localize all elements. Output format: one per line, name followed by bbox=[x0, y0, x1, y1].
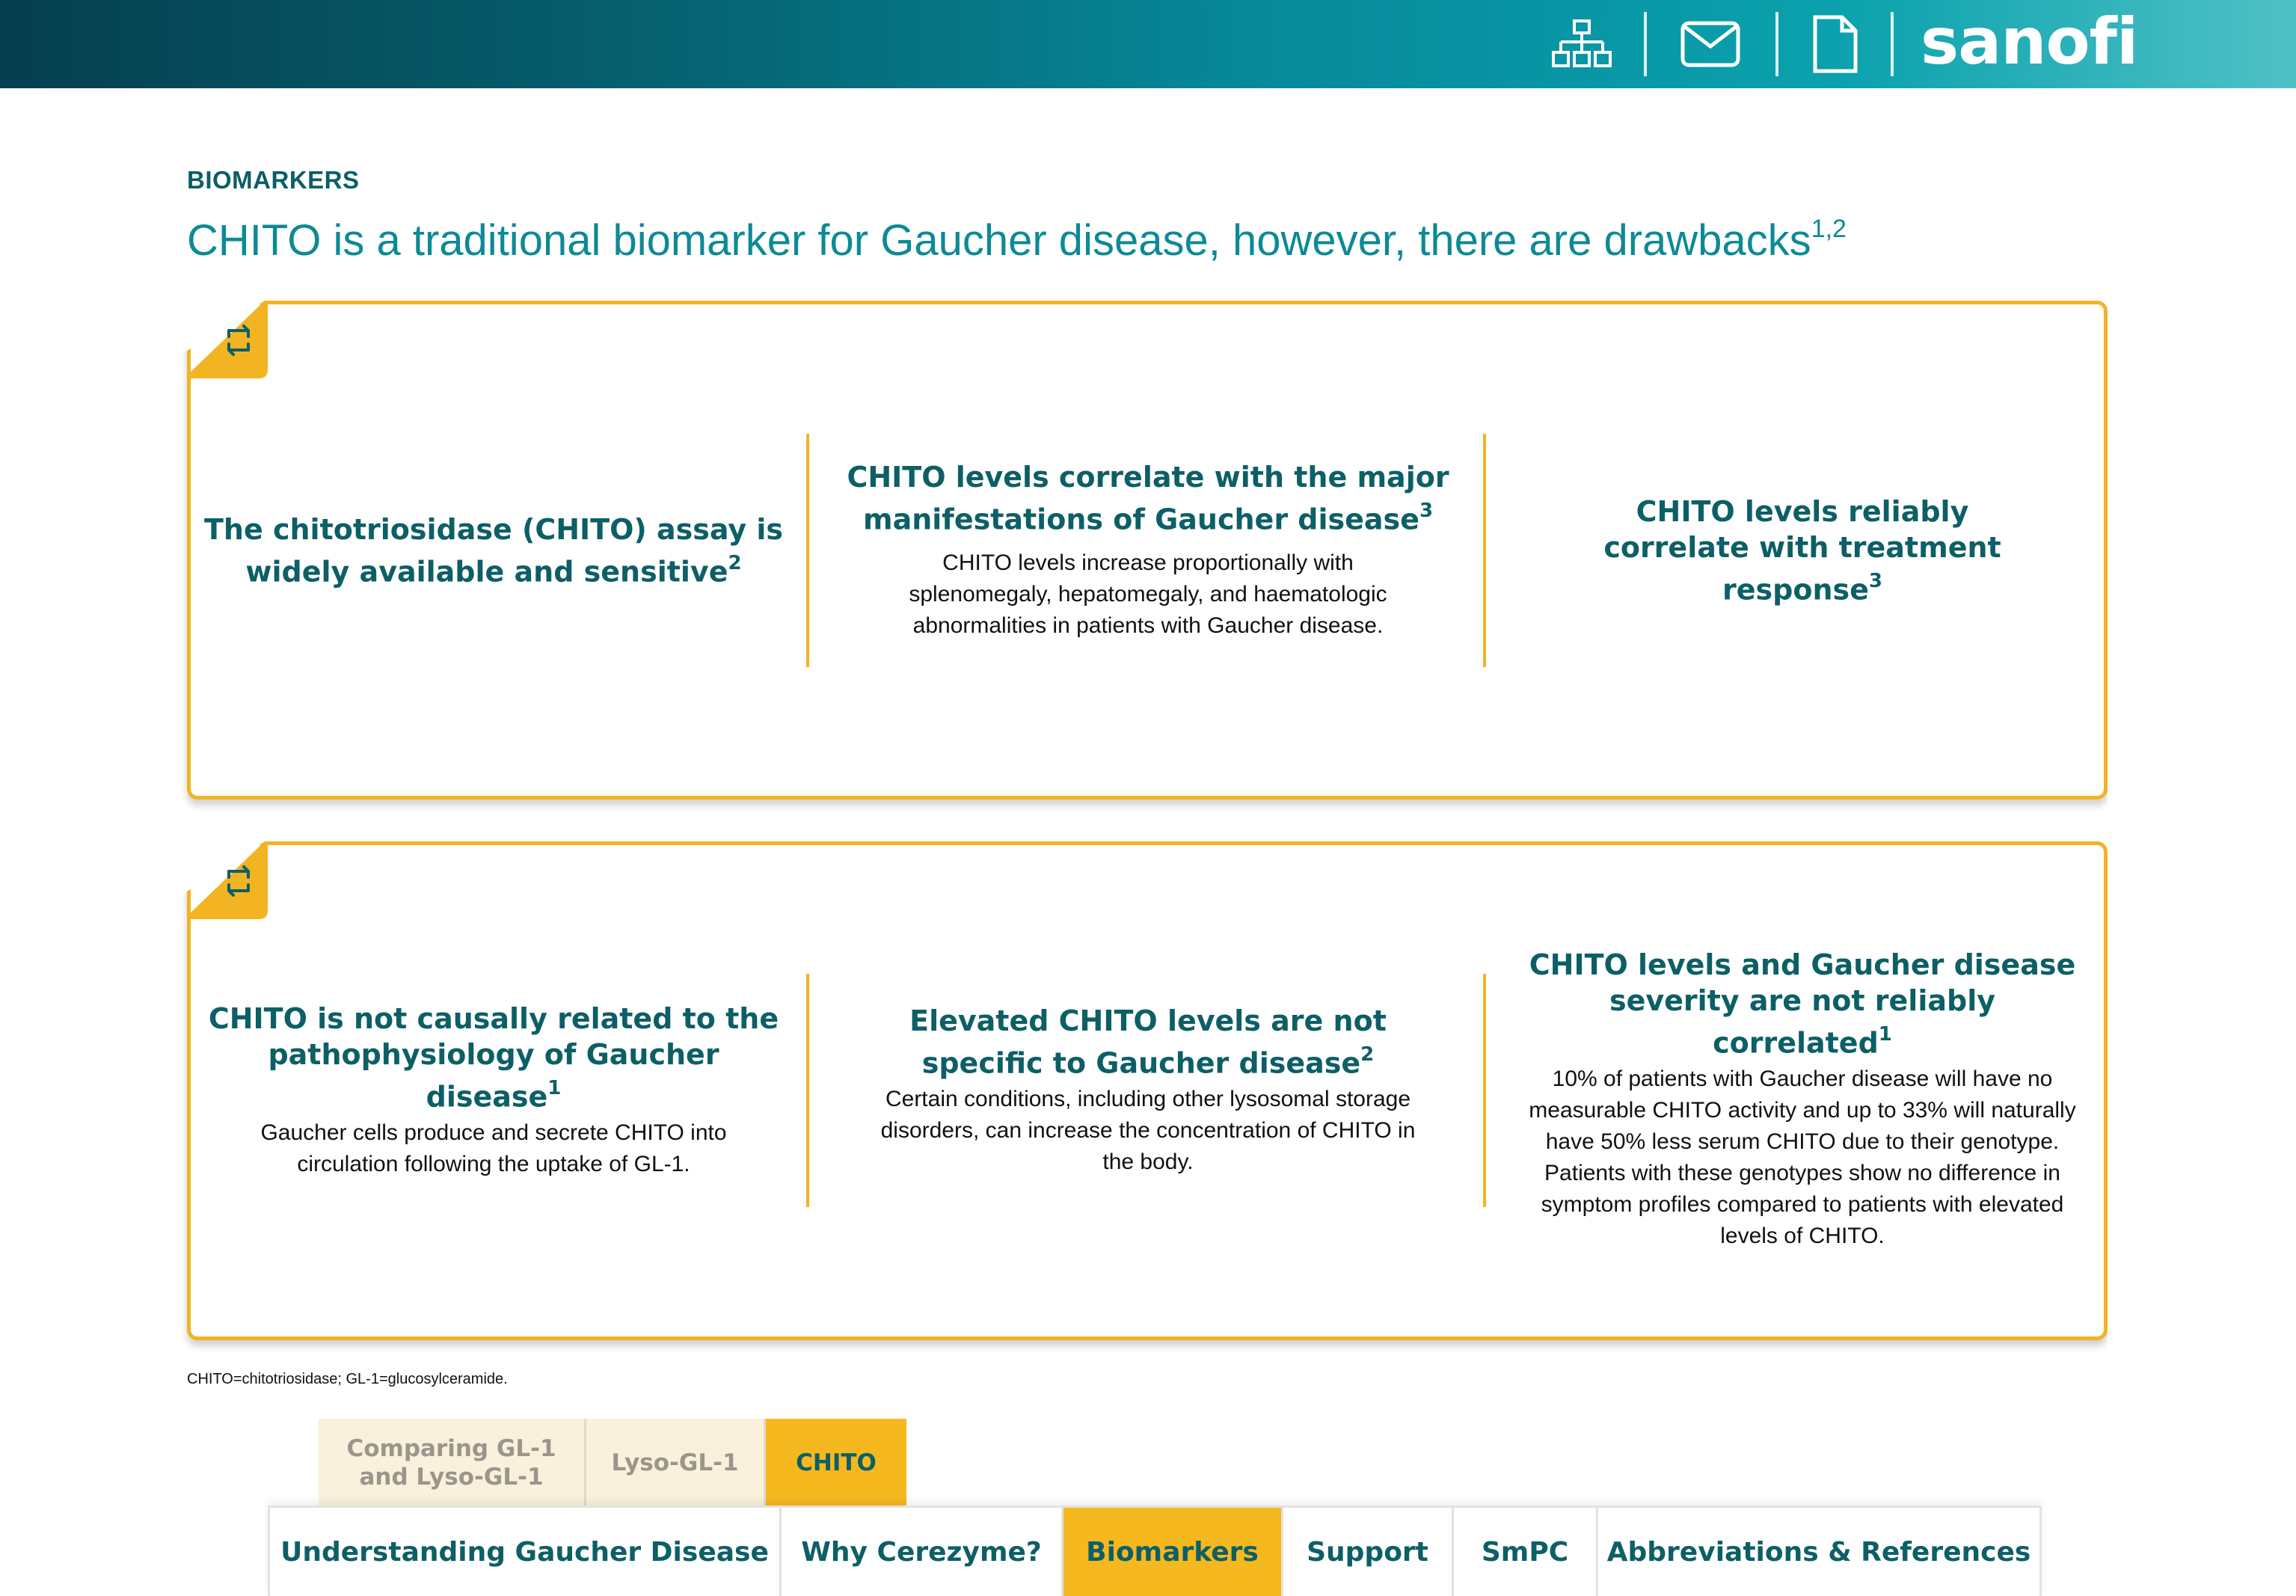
nav-abbreviations-references[interactable]: Abbreviations & References bbox=[1598, 1508, 2039, 1596]
card1-col3-heading: CHITO levels reliably correlate with tre… bbox=[1603, 494, 2001, 607]
subtab-comparing-gl1[interactable]: Comparing GL-1 and Lyso-GL-1 bbox=[319, 1419, 586, 1507]
card1-col3: CHITO levels reliably correlate with tre… bbox=[1518, 434, 2087, 667]
page-title: CHITO is a traditional biomarker for Gau… bbox=[187, 214, 1847, 265]
bottom-navigation: Understanding Gaucher Disease Why Cerezy… bbox=[268, 1506, 2042, 1596]
card2-col2-body: Certain conditions, including other lyso… bbox=[880, 1087, 1416, 1175]
mail-icon[interactable] bbox=[1677, 13, 1744, 75]
document-icon[interactable] bbox=[1801, 13, 1868, 75]
top-bar: sanofi bbox=[0, 0, 2296, 88]
header-separator bbox=[1891, 12, 1894, 76]
header-separator bbox=[1775, 12, 1778, 76]
card-divider bbox=[1483, 974, 1486, 1207]
card1-col1-heading: The chitotriosidase (CHITO) assay is wid… bbox=[203, 512, 783, 589]
card1-col2-body: CHITO levels increase proportionally wit… bbox=[909, 550, 1387, 639]
card1-col2: CHITO levels correlate with the major ma… bbox=[838, 434, 1458, 667]
nav-understanding-gaucher[interactable]: Understanding Gaucher Disease bbox=[270, 1508, 782, 1596]
card2-col3: CHITO levels and Gaucher disease severit… bbox=[1518, 948, 2087, 1249]
title-references: 1,2 bbox=[1811, 214, 1847, 243]
card-divider bbox=[1483, 434, 1486, 667]
subtab-lyso-gl1[interactable]: Lyso-GL-1 bbox=[586, 1419, 766, 1507]
section-eyebrow: BIOMARKERS bbox=[187, 166, 360, 194]
card2-col2: Elevated CHITO levels are not specific t… bbox=[838, 965, 1458, 1216]
card-divider bbox=[806, 434, 809, 667]
card2-col2-heading: Elevated CHITO levels are not specific t… bbox=[909, 1004, 1387, 1080]
sanofi-logo[interactable]: sanofi bbox=[1921, 4, 2138, 79]
subtab-chito[interactable]: CHITO bbox=[766, 1419, 906, 1507]
card1-col2-heading: CHITO levels correlate with the major ma… bbox=[847, 460, 1449, 536]
card2-col3-body: 10% of patients with Gaucher disease wil… bbox=[1529, 1066, 2076, 1249]
nav-biomarkers[interactable]: Biomarkers bbox=[1063, 1508, 1283, 1596]
abbreviation-footnote: CHITO=chitotriosidase; GL-1=glucosylcera… bbox=[187, 1371, 508, 1387]
sitemap-icon[interactable] bbox=[1548, 13, 1615, 75]
header-separator bbox=[1644, 12, 1647, 76]
card2-col1-heading: CHITO is not causally related to the pat… bbox=[208, 1001, 779, 1114]
flip-corner-1[interactable] bbox=[187, 301, 269, 378]
nav-why-cerezyme[interactable]: Why Cerezyme? bbox=[782, 1508, 1063, 1596]
nav-smpc[interactable]: SmPC bbox=[1454, 1508, 1598, 1596]
card2-col3-heading: CHITO levels and Gaucher disease severit… bbox=[1529, 948, 2076, 1060]
flip-corner-2[interactable] bbox=[187, 841, 269, 919]
card2-col1: CHITO is not causally related to the pat… bbox=[202, 965, 785, 1216]
card2-col1-body: Gaucher cells produce and secrete CHITO … bbox=[260, 1120, 727, 1177]
card-divider bbox=[806, 974, 809, 1207]
card1-col1: The chitotriosidase (CHITO) assay is wid… bbox=[202, 434, 785, 667]
nav-support[interactable]: Support bbox=[1283, 1508, 1454, 1596]
